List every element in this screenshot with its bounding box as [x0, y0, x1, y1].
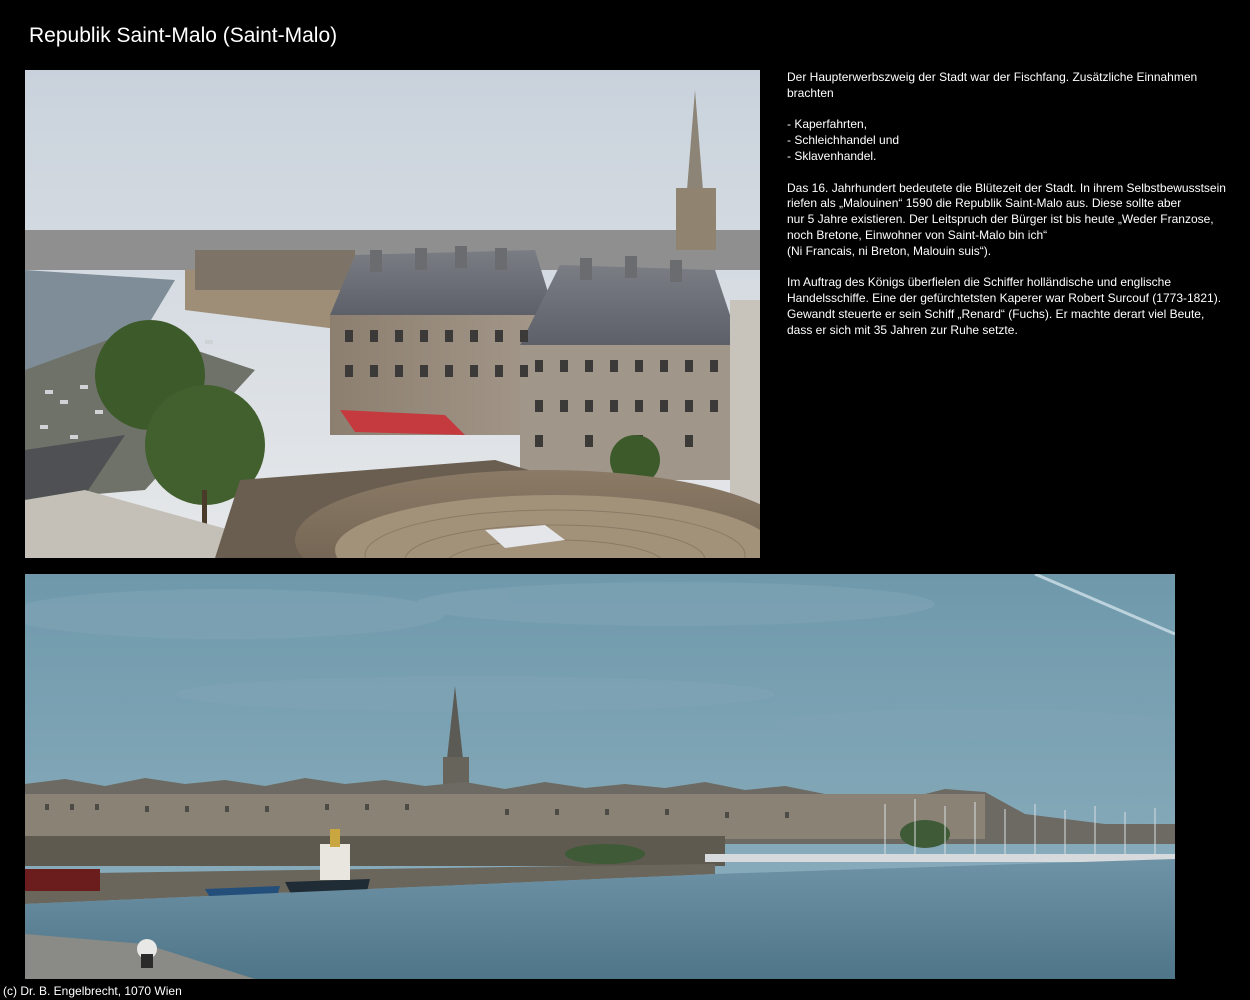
list-item: - Kaperfahrten, [787, 117, 868, 132]
text-line: Handelsschiffe. Eine der gefürchtetsten … [787, 291, 1222, 306]
text-line: Im Auftrag des Königs überfielen die Sch… [787, 275, 1172, 290]
list-item: - Schleichhandel und [787, 133, 900, 148]
paragraph-corsairs: Im Auftrag des Königs überfielen die Sch… [787, 275, 1237, 338]
text-line: Der Haupterwerbszweig der Stadt war der … [787, 70, 1198, 84]
photo-rooftop-view-image [25, 70, 760, 558]
text-line: Das 16. Jahrhundert bedeutete die Blütez… [787, 180, 1226, 195]
copyright-footer: (c) Dr. B. Engelbrecht, 1070 Wien [3, 984, 182, 998]
list-item: - Sklavenhandel. [787, 148, 877, 163]
text-line: Gewandt steuerte er sein Schiff „Renard“… [787, 306, 1205, 321]
text-line: nur 5 Jahre existieren. Der Leitspruch d… [787, 212, 1214, 227]
text-line: dass er sich mit 35 Jahren zur Ruhe setz… [787, 322, 1018, 337]
paragraph-intro: Der Haupterwerbszweig der Stadt war der … [787, 70, 1237, 102]
photo-harbour-panorama-image [25, 574, 1175, 979]
text-line: noch Bretone, Einwohner von Saint-Malo b… [787, 227, 1048, 242]
article-text: Der Haupterwerbszweig der Stadt war der … [787, 70, 1237, 354]
paragraph-list: - Kaperfahrten, - Schleichhandel und - S… [787, 117, 1237, 164]
photo-rooftop-view [25, 70, 760, 558]
text-line: (Ni Francais, ni Breton, Malouin suis“). [787, 243, 992, 258]
paragraph-history: Das 16. Jahrhundert bedeutete die Blütez… [787, 181, 1237, 260]
text-line: brachten [787, 85, 834, 100]
text-line: riefen als „Malouinen“ 1590 die Republik… [787, 196, 1182, 211]
photo-harbour-panorama [25, 574, 1175, 979]
page-title: Republik Saint-Malo (Saint-Malo) [29, 24, 338, 47]
